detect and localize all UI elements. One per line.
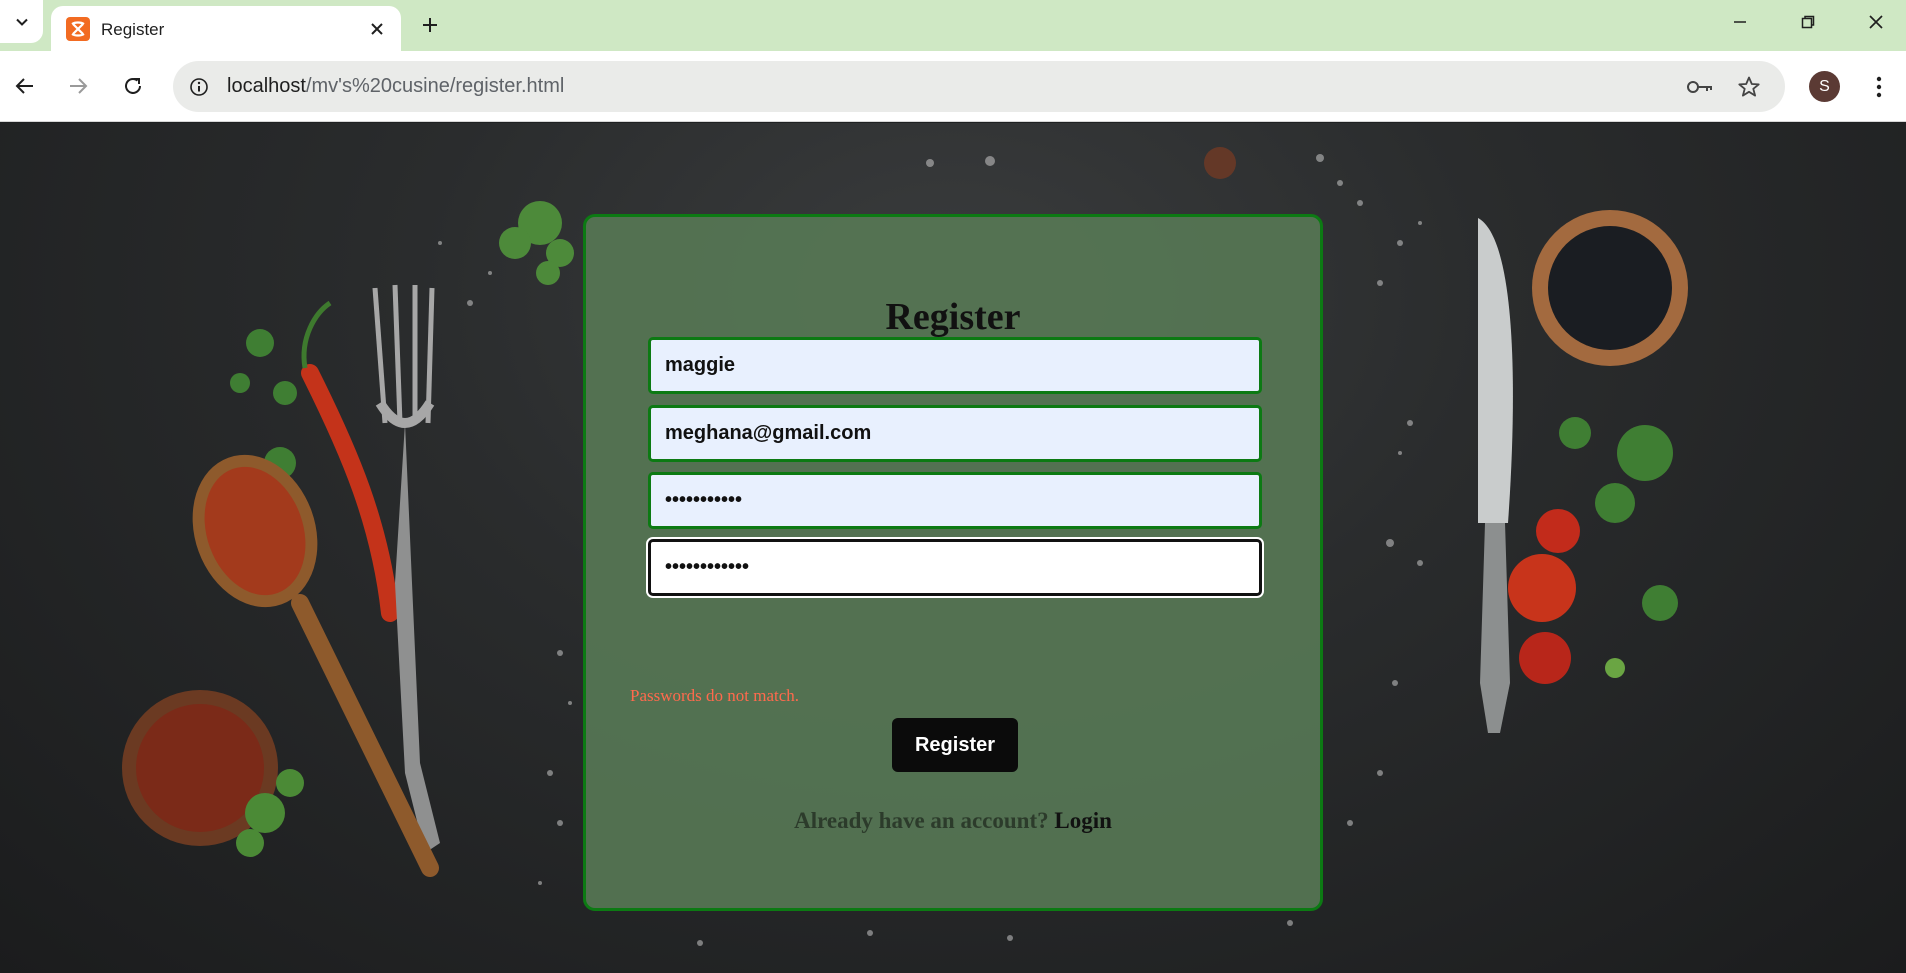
tab-strip: Register	[0, 0, 1906, 51]
close-window-button[interactable]	[1848, 0, 1904, 43]
plus-icon	[423, 18, 437, 32]
restore-button[interactable]	[1780, 0, 1836, 43]
tab-search-button[interactable]	[0, 0, 43, 43]
password-mismatch-error: Passwords do not match.	[630, 686, 800, 705]
login-prompt-text: Already have an account?	[794, 808, 1049, 833]
site-info-icon[interactable]	[185, 73, 213, 101]
chevron-down-icon	[15, 18, 28, 26]
tab-title: Register	[101, 20, 165, 39]
password-key-icon[interactable]	[1685, 72, 1715, 102]
close-tab-icon[interactable]	[365, 17, 389, 41]
restore-icon	[1801, 15, 1815, 28]
email-input[interactable]: meghana@gmail.com	[648, 405, 1262, 462]
minimize-button[interactable]	[1712, 0, 1768, 43]
login-link[interactable]: Login	[1054, 808, 1112, 833]
close-icon	[1869, 14, 1883, 29]
register-card: Register maggie meghana@gmail.com ••••••…	[583, 214, 1323, 911]
back-button[interactable]	[5, 66, 45, 106]
minimize-icon	[1734, 20, 1746, 23]
confirm-password-input[interactable]: ••••••••••••	[648, 539, 1262, 596]
register-submit-button[interactable]: Register	[892, 718, 1018, 772]
xampp-favicon-icon	[66, 17, 90, 41]
url-host: localhost	[227, 75, 306, 97]
login-prompt: Already have an account? Login	[586, 808, 1320, 834]
password-input[interactable]: •••••••••••	[648, 472, 1262, 529]
username-input[interactable]: maggie	[648, 337, 1262, 394]
forward-button[interactable]	[58, 66, 98, 106]
page-viewport: Register maggie meghana@gmail.com ••••••…	[0, 123, 1906, 973]
profile-avatar[interactable]: S	[1809, 71, 1840, 102]
bookmark-star-icon[interactable]	[1734, 72, 1764, 102]
back-arrow-icon	[15, 78, 33, 94]
register-heading: Register	[885, 296, 1021, 338]
reload-icon	[125, 77, 141, 94]
tab-register[interactable]: Register	[51, 6, 401, 51]
new-tab-button[interactable]	[415, 10, 445, 40]
url-text: localhost/mv's%20cusine/register.html	[227, 75, 564, 98]
browser-toolbar: localhost/mv's%20cusine/register.html S	[0, 51, 1906, 122]
address-bar[interactable]: localhost/mv's%20cusine/register.html	[173, 61, 1785, 112]
browser-menu-button[interactable]	[1866, 69, 1892, 105]
reload-button[interactable]	[113, 66, 153, 106]
url-path: /mv's%20cusine/register.html	[305, 75, 565, 97]
more-vert-icon	[1876, 76, 1882, 98]
forward-arrow-icon	[70, 78, 88, 94]
